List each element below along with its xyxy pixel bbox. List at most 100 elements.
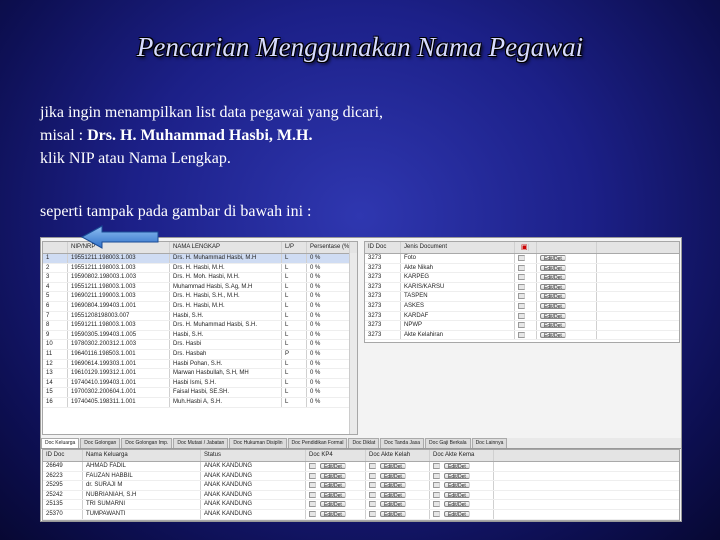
document-icon[interactable]	[518, 331, 525, 338]
col-family-name[interactable]: Nama Keluarga	[83, 450, 201, 461]
row-nip[interactable]: 19610129.199312.1.001	[68, 369, 170, 378]
document-icon[interactable]	[369, 501, 376, 508]
table-row[interactable]: 26223 FAUZAN HABBIL ANAK KANDUNG Edit/Det Ed…	[43, 471, 679, 482]
tab-2[interactable]: Doc Golongan Imp.	[121, 438, 173, 448]
col-doc-akte-kelahiran[interactable]: Doc Akte Kelah	[366, 450, 430, 461]
table-row[interactable]: 4 19551211.198003.1.003 Muhammad Hasbi, S.…	[43, 282, 357, 293]
row-nip[interactable]: 19551211.198003.1.003	[68, 263, 170, 273]
row-nip[interactable]: 19551211.198003.1.003	[68, 254, 170, 263]
row-nama[interactable]: Marwan Hasbullah, S.H, MH	[170, 369, 282, 378]
tab-8[interactable]: Doc Gaji Berkala	[425, 438, 471, 448]
document-icon[interactable]	[433, 491, 440, 498]
table-row[interactable]: 8 19591211.198003.1.003 Drs. H. Muhammad H…	[43, 321, 357, 331]
table-row[interactable]: 3273 Foto Edit/Det	[365, 254, 679, 264]
tab-6[interactable]: Doc Diklat	[348, 438, 380, 448]
table-row[interactable]: 12 19690614.199303.1.001 Hasbi Pohan, S.H.…	[43, 359, 357, 370]
row-nama[interactable]: Muh.Hasbi A, S.H.	[170, 397, 282, 407]
table-row[interactable]: 3 19590802.198003.1.003 Drs. H. Moh. Hasbi…	[43, 273, 357, 283]
tab-4[interactable]: Doc Hukuman Disiplin	[229, 438, 287, 448]
edit-det-button[interactable]: Edit/Det	[380, 472, 406, 479]
document-icon[interactable]	[518, 255, 525, 261]
row-nip[interactable]: 19780302.200312.1.003	[68, 340, 170, 349]
col-family-status[interactable]: Status	[201, 450, 306, 461]
edit-det-button[interactable]: Edit/Det	[320, 482, 346, 489]
edit-det-button[interactable]: Edit/Det	[444, 472, 470, 479]
row-nama[interactable]: Drs. H. Hasbi, S.H., M.H.	[170, 292, 282, 301]
tab-5[interactable]: Doc Pendidikan Formal	[287, 438, 348, 448]
edit-det-button[interactable]: Edit/Det	[540, 283, 566, 290]
edit-det-button[interactable]: Edit/Det	[320, 463, 346, 469]
table-row[interactable]: 10 19780302.200312.1.003 Drs. Hasbi L 0 %	[43, 340, 357, 350]
row-nip[interactable]: 19690211.199003.1.003	[68, 292, 170, 301]
edit-det-button[interactable]: Edit/Det	[540, 264, 566, 271]
row-nama[interactable]: Hasbi Pohan, S.H.	[170, 359, 282, 369]
col-doc-kp4[interactable]: Doc KP4	[306, 450, 366, 461]
row-nama[interactable]: Faisal Hasbi, SE.SH.	[170, 388, 282, 397]
col-lp[interactable]: L/P	[282, 242, 307, 253]
edit-det-button[interactable]: Edit/Det	[540, 331, 566, 338]
edit-det-button[interactable]: Edit/Det	[540, 293, 566, 300]
row-nip[interactable]: 19690614.199303.1.001	[68, 359, 170, 369]
edit-det-button[interactable]: Edit/Det	[320, 501, 346, 508]
edit-det-button[interactable]: Edit/Det	[540, 302, 566, 309]
employee-grid-scrollbar[interactable]	[349, 253, 357, 434]
table-row[interactable]: 15 19700302.200604.1.001 Faisal Hasbi, SE.…	[43, 388, 357, 398]
edit-det-button[interactable]: Edit/Det	[320, 472, 346, 479]
row-nama[interactable]: Muhammad Hasbi, S.Ag, M.H	[170, 282, 282, 292]
table-row[interactable]: 3273 ASKES Edit/Det	[365, 301, 679, 312]
row-nama[interactable]: Drs. H. Hasbi, M.H.	[170, 301, 282, 311]
row-nip[interactable]: 19591211.198003.1.003	[68, 321, 170, 330]
edit-det-button[interactable]: Edit/Det	[380, 510, 406, 517]
row-nip[interactable]: 19640116.198503.1.001	[68, 349, 170, 359]
table-row[interactable]: 5 19690211.199003.1.003 Drs. H. Hasbi, S.H…	[43, 292, 357, 302]
table-row[interactable]: 1 19551211.198003.1.003 Drs. H. Muhammad H…	[43, 254, 357, 264]
row-nama[interactable]: Hasbi, S.H.	[170, 311, 282, 321]
row-nama[interactable]: Drs. H. Hasbi, M.H.	[170, 263, 282, 273]
edit-det-button[interactable]: Edit/Det	[444, 482, 470, 489]
document-icon[interactable]	[309, 501, 316, 508]
col-doc-akte-kematian[interactable]: Doc Akte Kema	[430, 450, 494, 461]
document-icon[interactable]	[518, 293, 525, 300]
table-row[interactable]: 25295 dr. SURAJI M ANAK KANDUNG Edit/Det Edi…	[43, 481, 679, 491]
document-icon[interactable]	[369, 472, 376, 479]
table-row[interactable]: 25370 TUMPAWANTI ANAK KANDUNG Edit/Det Edit/…	[43, 509, 679, 520]
edit-det-button[interactable]: Edit/Det	[444, 501, 470, 508]
row-nip[interactable]: 19551211.198003.1.003	[68, 282, 170, 292]
document-icon[interactable]	[309, 510, 316, 517]
document-icon[interactable]	[518, 312, 525, 319]
row-nip[interactable]: 19551208198003.007	[68, 311, 170, 321]
edit-det-button[interactable]: Edit/Det	[540, 322, 566, 329]
document-icon[interactable]	[369, 463, 376, 469]
tab-3[interactable]: Doc Mutasi / Jabatan	[173, 438, 229, 448]
table-row[interactable]: 3273 Akte Nikah Edit/Det	[365, 263, 679, 274]
col-family-id[interactable]: ID Doc	[43, 450, 83, 461]
row-nip[interactable]: 19740410.199403.1.001	[68, 378, 170, 388]
row-nip[interactable]: 19590802.198003.1.003	[68, 273, 170, 282]
row-nip[interactable]: 19690804.199403.1.001	[68, 301, 170, 311]
table-row[interactable]: 25135 TRI SUMARNI ANAK KANDUNG Edit/Det Edit…	[43, 500, 679, 510]
tab-1[interactable]: Doc Golongan	[80, 438, 121, 448]
row-nama[interactable]: Drs. H. Muhammad Hasbi, M.H	[170, 254, 282, 263]
table-row[interactable]: 3273 KARIS/KARSU Edit/Det	[365, 282, 679, 293]
table-row[interactable]: 13 19610129.199312.1.001 Marwan Hasbullah,…	[43, 369, 357, 379]
table-row[interactable]: 25242 NUBRIANIAH, S.H ANAK KANDUNG Edit/Det…	[43, 490, 679, 501]
table-row[interactable]: 2 19551211.198003.1.003 Drs. H. Hasbi, M.H…	[43, 263, 357, 274]
document-icon[interactable]	[433, 501, 440, 508]
document-icon[interactable]	[518, 283, 525, 290]
row-nama[interactable]: Hasbi, S.H.	[170, 330, 282, 340]
document-icon[interactable]	[433, 482, 440, 489]
tab-9[interactable]: Doc Lainnya	[471, 438, 508, 448]
document-icon[interactable]	[518, 264, 525, 271]
col-persentase[interactable]: Persentase (%)	[307, 242, 350, 253]
table-row[interactable]: 26649 AHMAD FADIL ANAK KANDUNG Edit/Det Edit…	[43, 462, 679, 472]
edit-det-button[interactable]: Edit/Det	[444, 463, 470, 469]
table-row[interactable]: 3273 Akte Kelahiran Edit/Det	[365, 330, 679, 341]
document-icon[interactable]	[518, 322, 525, 329]
table-row[interactable]: 16 19740405.198311.1.001 Muh.Hasbi A, S.H.…	[43, 397, 357, 408]
row-nama[interactable]: Hasbi Ismi, S.H.	[170, 378, 282, 388]
document-icon[interactable]	[433, 472, 440, 479]
row-nip[interactable]: 19740405.198311.1.001	[68, 397, 170, 407]
document-icon[interactable]	[309, 482, 316, 489]
table-row[interactable]: 9 19590305.199403.1.005 Hasbi, S.H. L 0 %	[43, 330, 357, 341]
table-row[interactable]: 3273 KARDAF Edit/Det	[365, 311, 679, 322]
